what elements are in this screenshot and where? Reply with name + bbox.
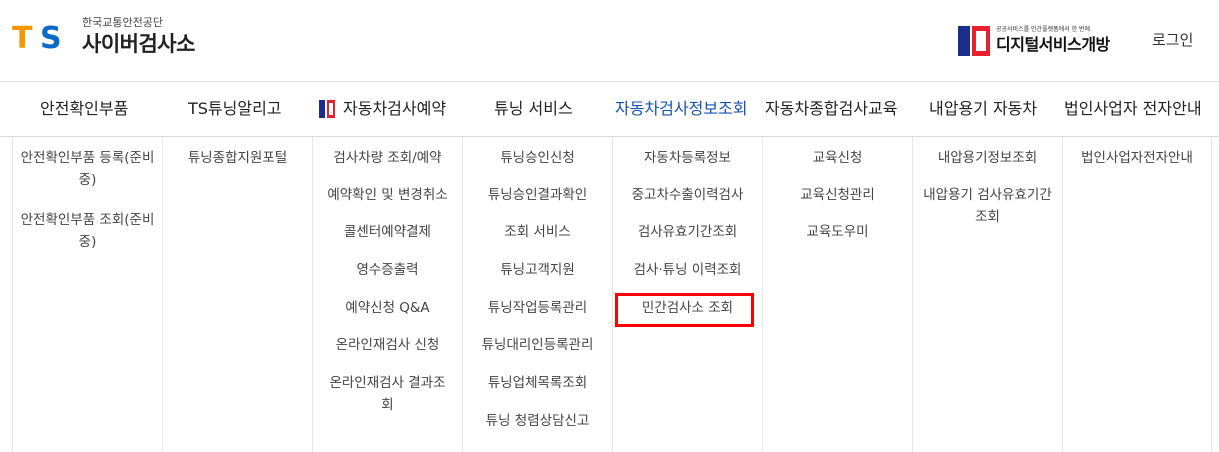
nav-tuning-service[interactable]: 튜닝 서비스 (494, 82, 573, 136)
nav-ts-tuning-notice[interactable]: TS튜닝알리고 (188, 82, 282, 136)
submenu-column-safety-parts: 안전확인부품 등록(준비중) 안전확인부품 조회(준비중) (12, 137, 162, 452)
submenu-column-tuning: 튜닝승인신청 튜닝승인결과확인 조회 서비스 튜닝고객지원 튜닝작업등록관리 튜… (462, 137, 612, 452)
submenu-link[interactable]: 자동차등록정보 (617, 147, 758, 169)
submenu-link[interactable]: 튜닝작업등록관리 (467, 297, 608, 319)
submenu-link[interactable]: 법인사업자전자안내 (1067, 147, 1207, 169)
submenu-column-education: 교육신청 교육신청관리 교육도우미 (762, 137, 912, 452)
submenu-link[interactable]: 내압용기 검사유효기간 조회 (921, 184, 1054, 228)
login-link[interactable]: 로그인 (1152, 29, 1193, 50)
submenu-link[interactable]: 콜센터예약결제 (317, 221, 458, 243)
main-navigation: 안전확인부품 TS튜닝알리고 자동차검사예약 튜닝 서비스 자동차검사정보조회 … (0, 82, 1219, 137)
submenu-link[interactable]: 튜닝종합지원포털 (167, 147, 308, 169)
nav-corporate-notice[interactable]: 법인사업자 전자안내 (1064, 82, 1202, 136)
nav-inspection-education[interactable]: 자동차종합검사교육 (765, 82, 897, 136)
submenu-column-ts-tuning: 튜닝종합지원포털 (162, 137, 312, 452)
nav-inspection-info[interactable]: 자동차검사정보조회 (615, 82, 747, 136)
submenu-link[interactable]: 튜닝승인신청 (467, 147, 608, 169)
submenu-link[interactable]: 교육신청 (767, 147, 908, 169)
submenu-panel: 안전확인부품 등록(준비중) 안전확인부품 조회(준비중) 튜닝종합지원포털 검… (0, 137, 1219, 452)
submenu-link[interactable]: 교육도우미 (767, 221, 908, 243)
nav-inspection-reservation[interactable]: 자동차검사예약 (319, 82, 446, 136)
submenu-link[interactable]: 튜닝업체목록조회 (467, 372, 608, 394)
submenu-link[interactable]: 검사·튜닝 이력조회 (617, 259, 758, 281)
nav-pressure-vessel[interactable]: 내압용기 자동차 (929, 82, 1037, 136)
submenu-link[interactable]: 영수증출력 (317, 259, 458, 281)
logo-letter-s: S (40, 21, 62, 56)
submenu-column-pressure-vessel: 내압용기정보조회 내압용기 검사유효기간 조회 (912, 137, 1062, 452)
submenu-link[interactable]: 튜닝승인결과확인 (467, 184, 608, 206)
submenu-link[interactable]: 튜닝대리인등록관리 (467, 334, 608, 356)
submenu-link[interactable]: 내압용기정보조회 (917, 147, 1058, 169)
submenu-link[interactable]: 안전확인부품 등록(준비중) (17, 147, 158, 191)
submenu-link[interactable]: 검사유효기간조회 (617, 221, 758, 243)
submenu-column-corporate: 법인사업자전자안내 (1062, 137, 1212, 452)
submenu-link[interactable]: 중고차수출이력검사 (617, 184, 758, 206)
ts-logo-icon: T S (12, 22, 70, 56)
submenu-link[interactable]: 안전확인부품 조회(준비중) (17, 209, 158, 253)
submenu-column-reservation: 검사차량 조회/예약 예약확인 및 변경취소 콜센터예약결제 영수증출력 예약신… (312, 137, 462, 452)
submenu-link[interactable]: 튜닝 청렴상담신고 (467, 410, 608, 432)
digital-service-icon (319, 100, 335, 118)
nav-inspection-reservation-label: 자동차검사예약 (343, 99, 447, 118)
site-name: 사이버검사소 (82, 32, 195, 56)
org-name: 한국교통안전공단 (82, 16, 163, 29)
submenu-link[interactable]: 교육신청관리 (767, 184, 908, 206)
digital-service-title: 디지털서비스개방 (996, 35, 1110, 54)
submenu-link[interactable]: 조회 서비스 (467, 221, 608, 243)
digital-service-banner[interactable]: 공공서비스를 민간플랫폼에서 한 번에 디지털서비스개방 (958, 26, 1110, 56)
submenu-link[interactable]: 예약신청 Q&A (317, 297, 458, 319)
logo-letter-t: T (12, 21, 33, 56)
submenu-link[interactable]: 예약확인 및 변경취소 (317, 184, 458, 206)
highlight-box (615, 293, 754, 327)
nav-safety-parts[interactable]: 안전확인부품 (40, 82, 128, 136)
submenu-link[interactable]: 튜닝고객지원 (467, 259, 608, 281)
site-logo[interactable]: T S 한국교통안전공단 사이버검사소 (12, 14, 195, 64)
submenu-link[interactable]: 온라인재검사 결과조회 (325, 372, 450, 416)
digital-service-icon (958, 26, 990, 56)
site-header: T S 한국교통안전공단 사이버검사소 공공서비스를 민간플랫폼에서 한 번에 … (0, 0, 1219, 82)
submenu-link[interactable]: 온라인재검사 신청 (317, 334, 458, 356)
submenu-link[interactable]: 검사차량 조회/예약 (317, 147, 458, 169)
digital-service-tagline: 공공서비스를 민간플랫폼에서 한 번에 (996, 26, 1091, 33)
